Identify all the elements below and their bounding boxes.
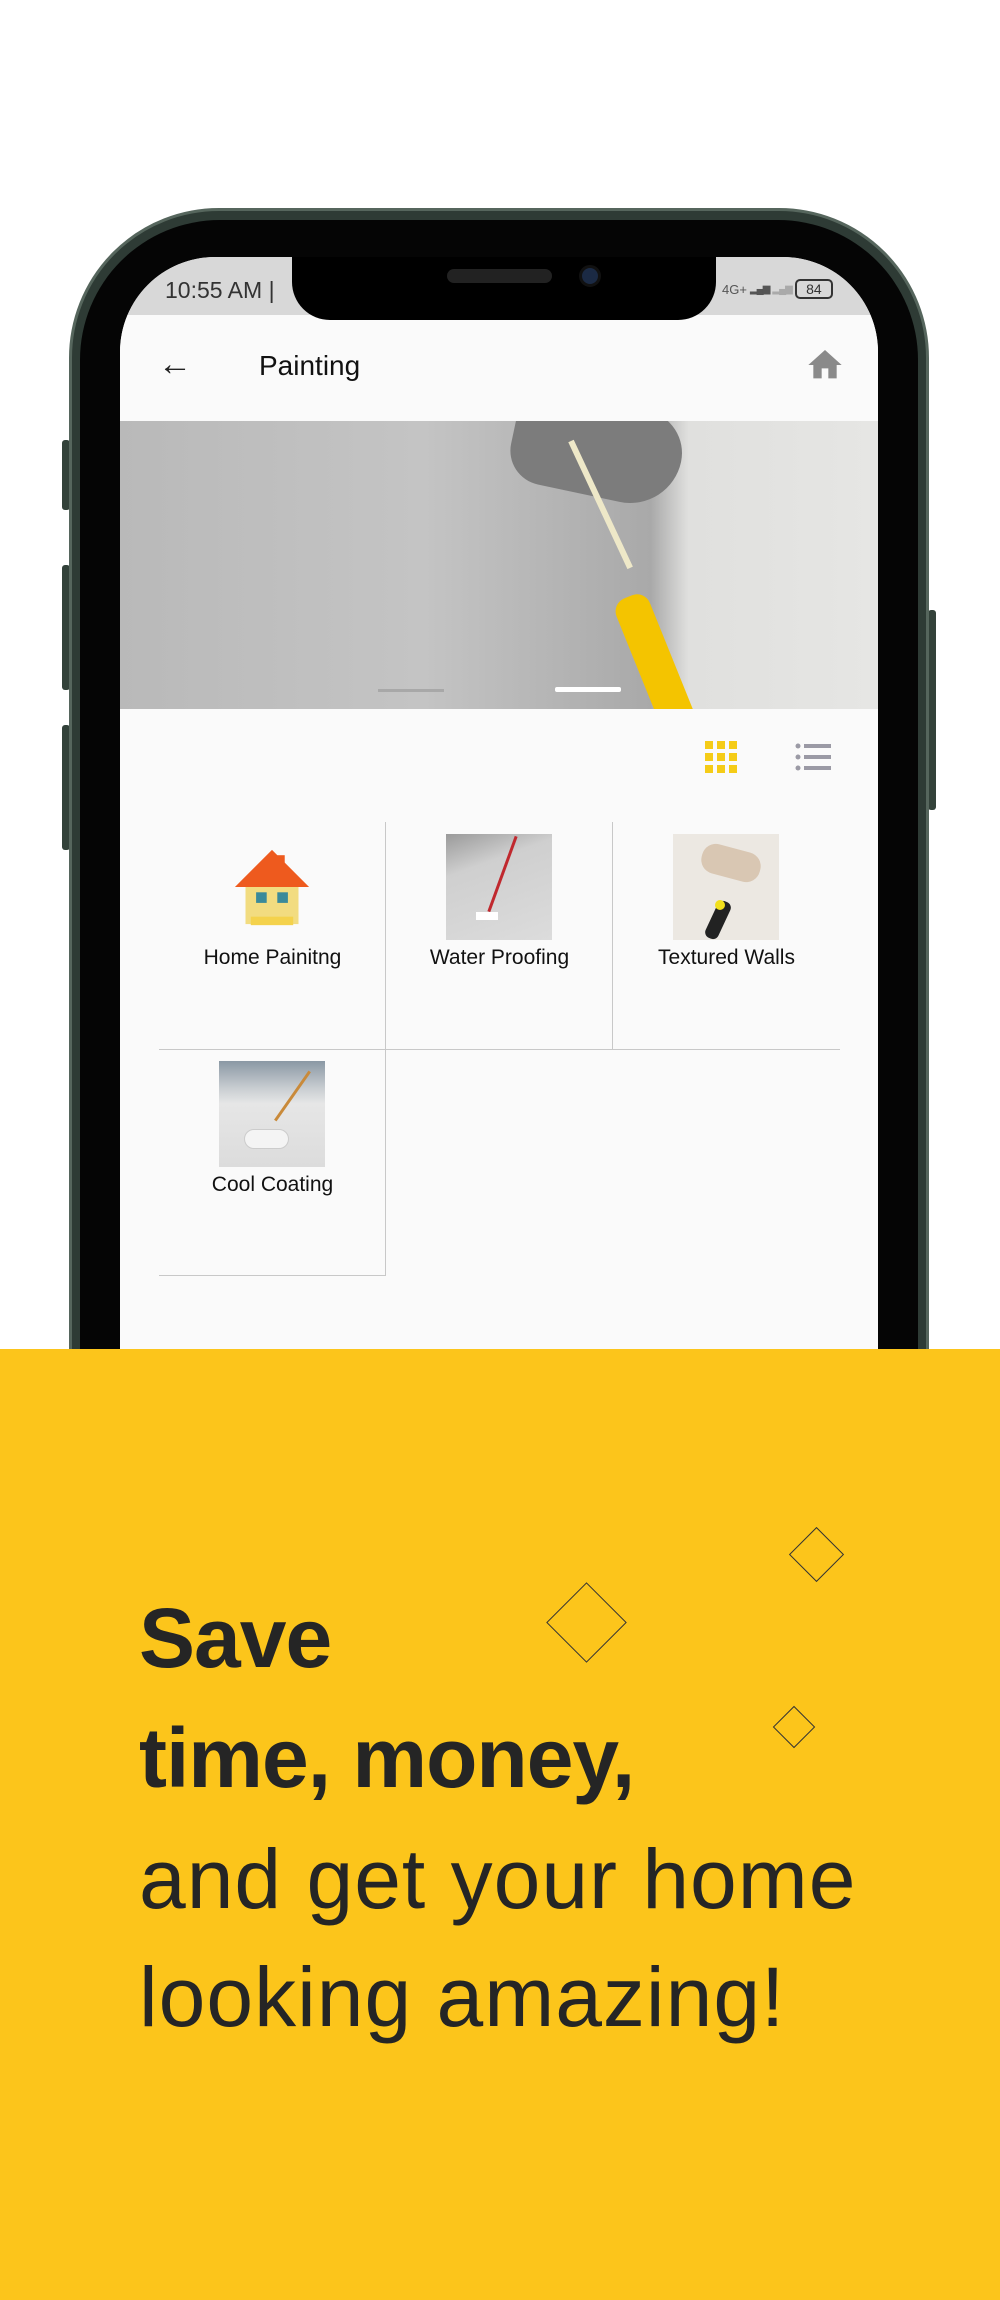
phone-notch <box>292 257 716 320</box>
carousel-dot-active[interactable] <box>555 687 621 692</box>
service-water-proofing[interactable]: Water Proofing <box>386 822 613 1049</box>
roller-handle <box>611 590 705 709</box>
network-label: 4G+ <box>722 281 747 297</box>
status-time: 10:55 AM | <box>165 277 275 303</box>
banner-carousel[interactable] <box>120 421 878 709</box>
diamond-decoration <box>772 1705 816 1749</box>
status-icons: 4G+ ▂▄▆ ▂▄▆ 84 <box>722 279 833 299</box>
diamond-decoration <box>788 1526 845 1583</box>
service-cool-coating[interactable]: Cool Coating <box>159 1049 386 1276</box>
promo-line-1: Save <box>139 1591 332 1685</box>
promo-section: Save time, money, and get your home look… <box>0 1349 1000 2300</box>
home-icon[interactable] <box>805 345 845 385</box>
service-label: Water Proofing <box>429 946 570 969</box>
grid-view-icon[interactable] <box>705 741 737 773</box>
cool-coating-image <box>219 1061 325 1167</box>
speaker-grille <box>447 269 552 283</box>
promo-line-2: time, money, <box>139 1711 635 1805</box>
camera-icon <box>579 265 601 287</box>
promo-line-4: looking amazing! <box>139 1950 786 2044</box>
service-label: Textured Walls <box>658 946 795 969</box>
service-label: Home Painitng <box>203 946 342 969</box>
service-textured-walls[interactable]: Textured Walls <box>613 822 840 1049</box>
promo-line-3: and get your home <box>139 1832 857 1926</box>
list-view-icon[interactable] <box>795 741 831 773</box>
carousel-dot[interactable] <box>378 689 444 692</box>
phone-screen: 10:55 AM | 4G+ ▂▄▆ ▂▄▆ 84 ← Painting Hom… <box>120 257 878 1457</box>
diamond-decoration <box>546 1582 627 1663</box>
service-label: Cool Coating <box>211 1173 334 1196</box>
battery-icon: 84 <box>794 279 833 299</box>
signal-icon: ▂▄▆ <box>749 283 770 295</box>
house-icon <box>234 849 310 926</box>
water-proofing-image <box>446 834 552 940</box>
textured-walls-image <box>673 834 779 942</box>
signal-off-icon: ▂▄▆ <box>772 283 792 295</box>
service-home-painting[interactable]: Home Painitng <box>159 822 386 1049</box>
phone-power-button <box>928 610 936 810</box>
page-title: Painting <box>259 350 361 381</box>
app-bar: ← Painting <box>120 315 878 421</box>
arrow-left-icon[interactable]: ← <box>158 345 192 384</box>
